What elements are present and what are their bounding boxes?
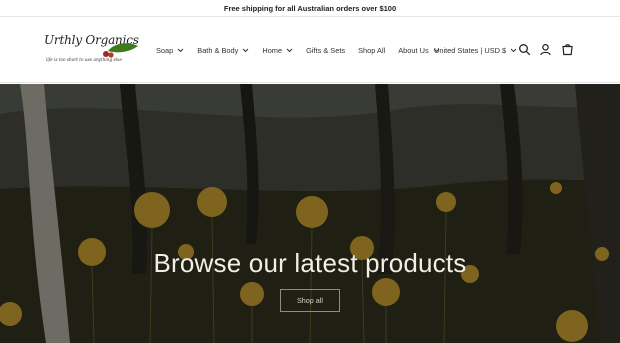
hero-title: Browse our latest products — [153, 248, 467, 278]
country-currency-selector[interactable]: United States | USD $ — [434, 17, 517, 83]
nav-label: Gifts & Sets — [306, 45, 346, 55]
chevron-down-icon — [177, 48, 184, 52]
cart-icon — [562, 44, 573, 56]
leaf-icon — [103, 43, 138, 58]
nav-label: About Us — [398, 45, 429, 55]
main-nav: Soap Bath & Body Home Gifts & Sets Shop … — [156, 17, 453, 83]
chevron-down-icon — [286, 48, 293, 52]
hero-banner: Browse our latest products Shop all — [0, 84, 620, 343]
site-header: Urthly Organics life is too short to use… — [0, 17, 620, 83]
nav-label: Soap — [156, 45, 174, 55]
nav-item-soap[interactable]: Soap — [156, 46, 184, 55]
nav-label: Bath & Body — [197, 45, 239, 55]
shop-all-button[interactable]: Shop all — [280, 289, 340, 312]
nav-item-gifts-sets[interactable]: Gifts & Sets — [306, 46, 345, 55]
chevron-down-icon — [510, 48, 517, 52]
account-icon — [540, 44, 551, 56]
chevron-down-icon — [243, 48, 249, 52]
nav-label: Home — [262, 45, 283, 55]
announcement-bar: Free shipping for all Australian orders … — [0, 0, 620, 17]
search-button[interactable] — [518, 43, 531, 56]
nav-label: Shop All — [358, 45, 386, 55]
nav-item-bath-body[interactable]: Bath & Body — [197, 46, 249, 55]
nav-item-shop-all[interactable]: Shop All — [358, 46, 385, 55]
brand-logo[interactable]: Urthly Organics life is too short to use… — [44, 31, 142, 73]
announcement-text: Free shipping for all Australian orders … — [223, 3, 397, 13]
brand-tagline: life is too short to use anything else — [46, 57, 122, 62]
cart-button[interactable] — [561, 43, 574, 56]
account-button[interactable] — [539, 43, 552, 56]
search-icon — [519, 44, 531, 56]
nav-item-home[interactable]: Home — [262, 46, 293, 55]
locale-label: United States | USD $ — [434, 45, 507, 55]
